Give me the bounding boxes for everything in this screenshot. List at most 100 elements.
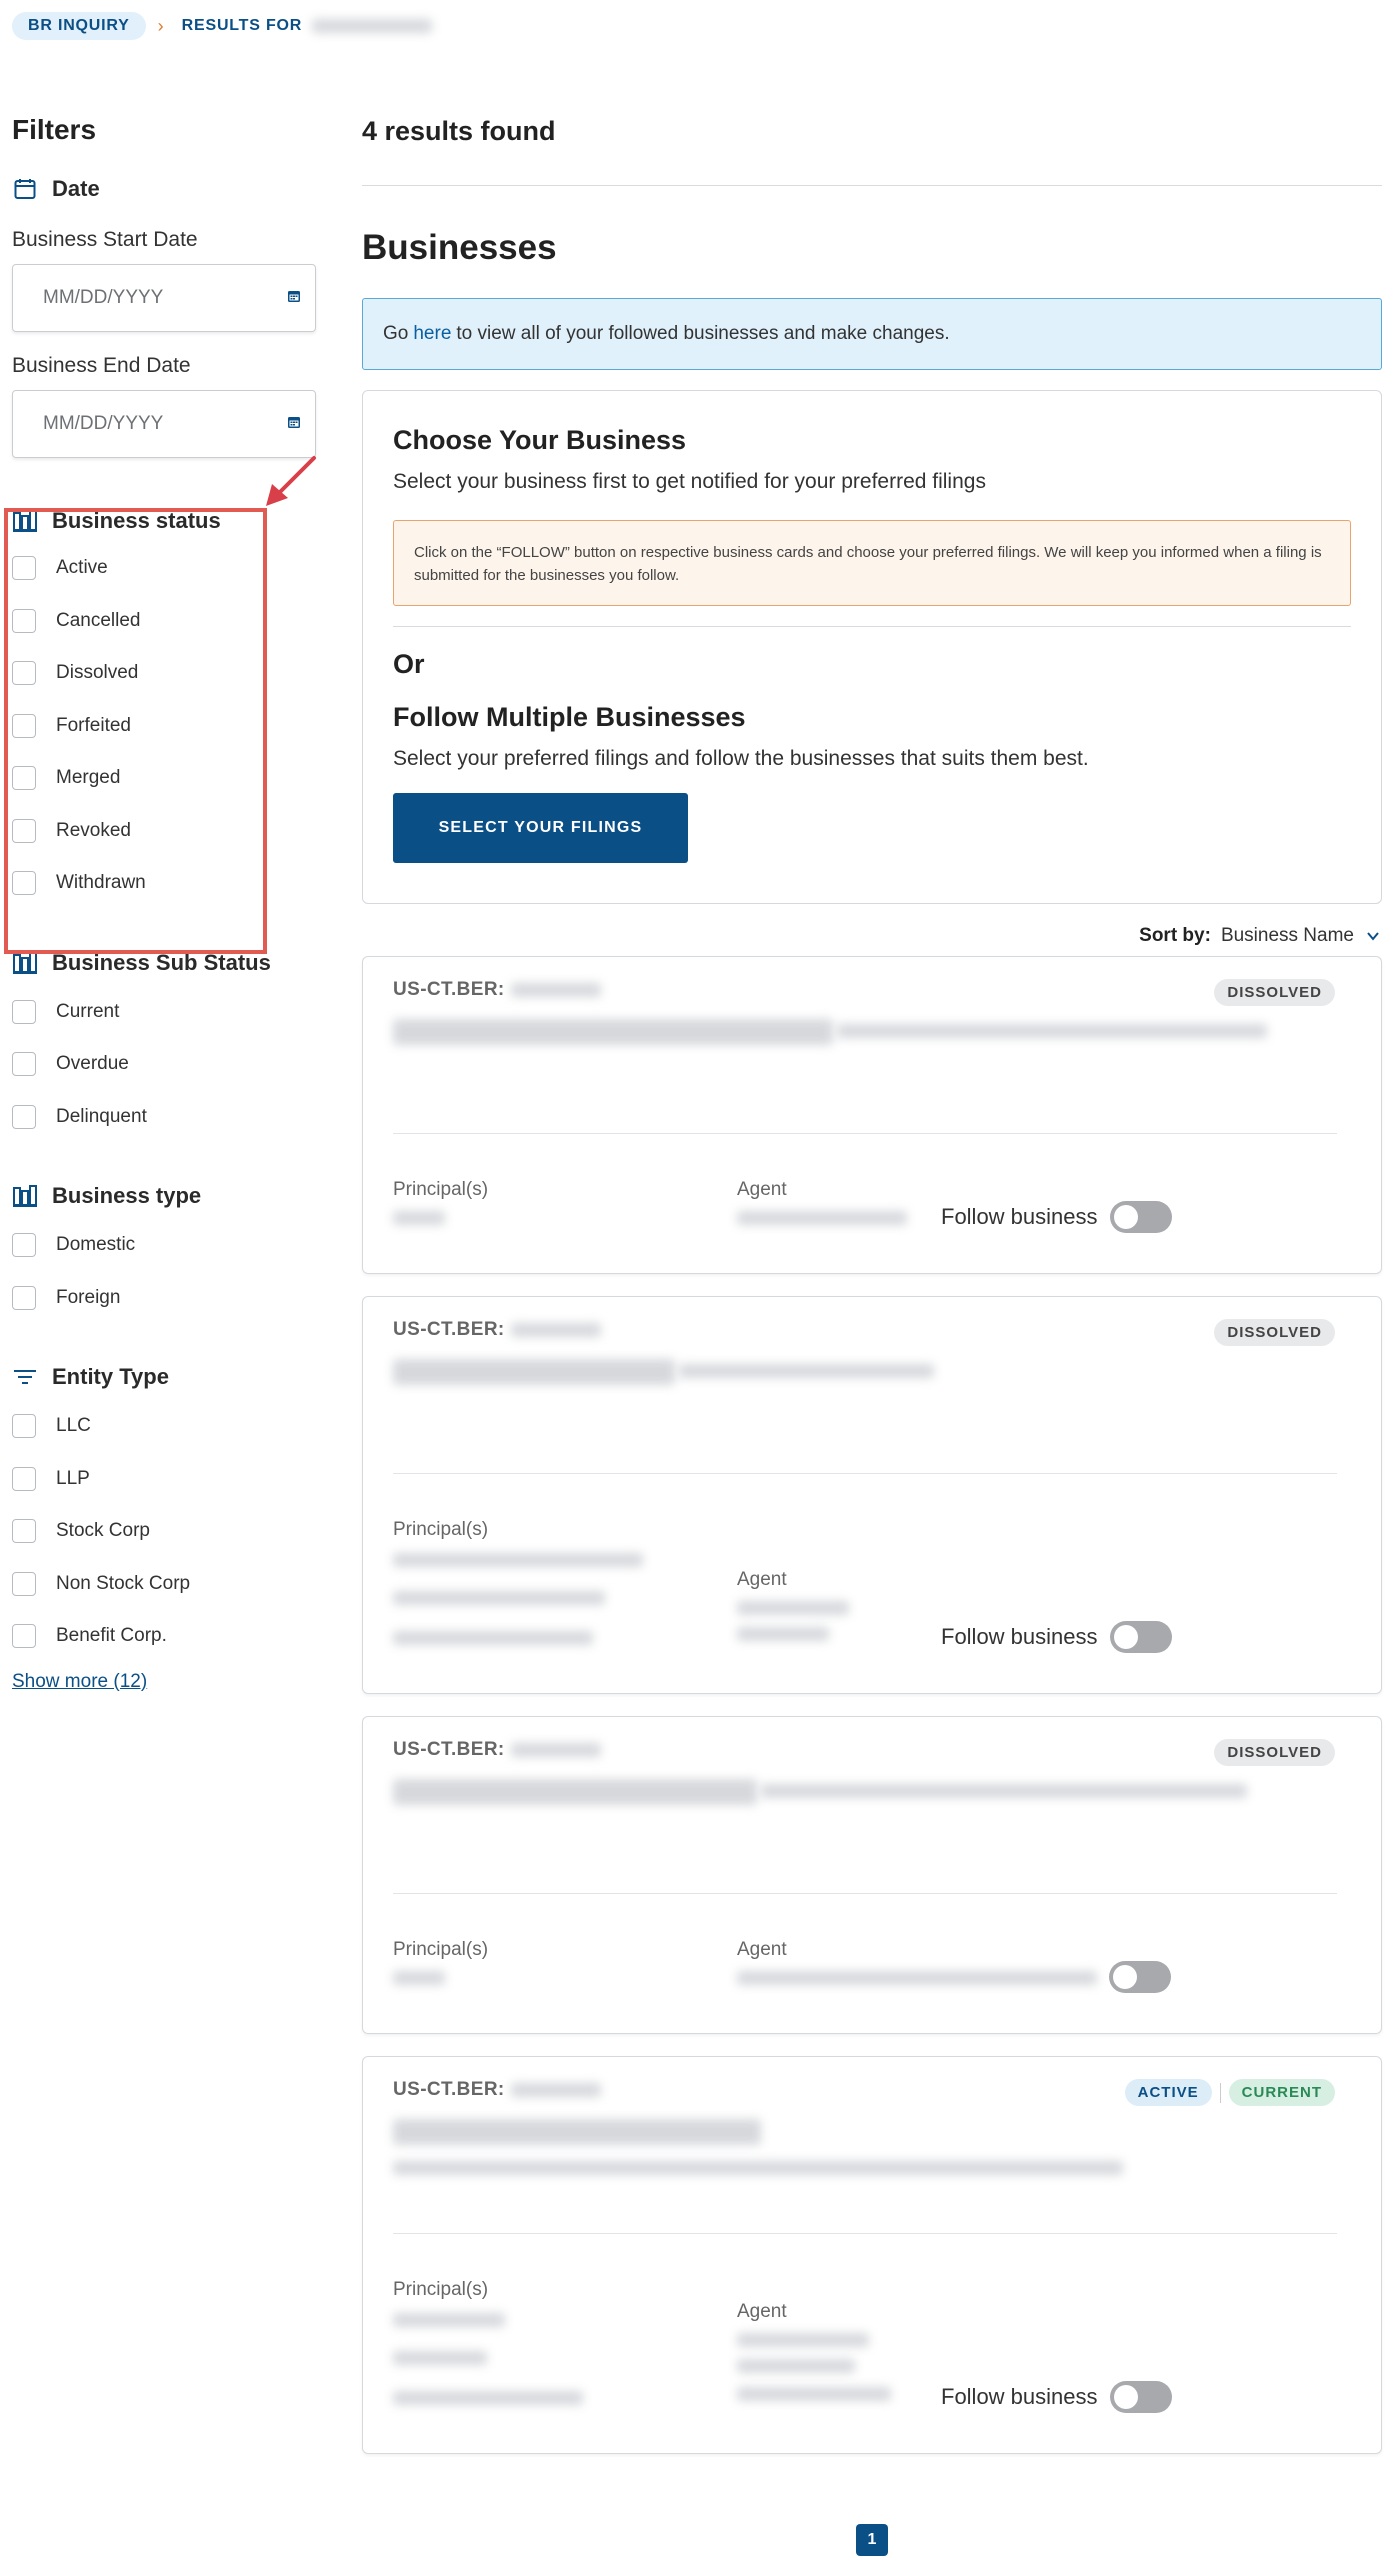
building-icon [12,950,38,976]
followed-businesses-link[interactable]: here [413,323,451,345]
checkbox[interactable] [12,999,36,1024]
checkbox[interactable] [12,608,36,633]
calendar-picker-icon[interactable] [287,415,301,434]
chevron-down-icon[interactable] [1366,929,1380,943]
checkbox[interactable] [12,1104,36,1129]
calendar-picker-icon[interactable] [287,289,301,308]
type-option-domestic[interactable]: Domestic [12,1219,318,1272]
follow-business-control[interactable]: Follow business [941,1621,1172,1653]
blurred-principal [393,1553,643,1567]
checkbox[interactable] [12,713,36,738]
end-date-field[interactable] [12,390,316,458]
business-id: US-CT.BER: [393,1319,1351,1341]
status-option-revoked[interactable]: Revoked [12,805,318,858]
option-label: Forfeited [56,714,131,736]
follow-toggle[interactable] [1109,2381,1172,2413]
status-option-forfeited[interactable]: Forfeited [12,700,318,753]
follow-label: Follow business [941,1624,1098,1649]
status-badges: ACTIVE CURRENT [1124,2079,1335,2106]
checkbox[interactable] [12,661,36,686]
business-status-heading: Business status [12,508,318,534]
status-badges: DISSOLVED [1214,979,1335,1006]
divider [393,2233,1337,2234]
follow-toggle[interactable] [1109,1201,1172,1233]
status-option-merged[interactable]: Merged [12,752,318,805]
principals-label: Principal(s) [393,1519,489,1540]
type-option-foreign[interactable]: Foreign [12,1272,318,1325]
checkbox[interactable] [12,1519,36,1544]
start-date-input[interactable] [43,287,243,309]
sub-status-option-overdue[interactable]: Overdue [12,1038,318,1091]
checkbox[interactable] [12,1052,36,1077]
entity-option-stock-corp[interactable]: Stock Corp [12,1505,318,1558]
checkbox[interactable] [12,556,36,581]
option-label: Delinquent [56,1105,147,1127]
follow-toggle[interactable] [1109,1621,1172,1653]
pagination-page-1[interactable]: 1 [856,2524,888,2556]
breadcrumb-home-link[interactable]: BR INQUIRY [12,12,146,40]
start-date-field[interactable] [12,264,316,332]
checkbox[interactable] [12,1233,36,1258]
filters-sidebar: Filters Date Business Start Date Busines… [4,108,318,1693]
option-label: LLP [56,1467,90,1489]
building-icon [12,508,38,534]
checkbox[interactable] [12,1571,36,1596]
entity-option-llp[interactable]: LLP [12,1453,318,1506]
business-id-prefix: US-CT.BER: [393,979,505,1000]
entity-option-benefit-corp[interactable]: Benefit Corp. [12,1610,318,1663]
entity-option-non-stock-corp[interactable]: Non Stock Corp [12,1558,318,1611]
sub-status-option-current[interactable]: Current [12,986,318,1039]
blurred-address [679,1364,935,1378]
principals-label: Principal(s) [393,2279,489,2300]
sort-control[interactable]: Sort by: Business Name [362,924,1382,948]
status-option-active[interactable]: Active [12,542,318,595]
followed-info-bar: Go here to view all of your followed bus… [362,298,1382,370]
end-date-label: Business End Date [12,354,191,377]
business-id-prefix: US-CT.BER: [393,1319,505,1340]
follow-business-control[interactable]: Follow business [941,1201,1172,1233]
status-option-cancelled[interactable]: Cancelled [12,595,318,648]
status-option-withdrawn[interactable]: Withdrawn [12,857,318,910]
business-card[interactable]: US-CT.BER: ACTIVE CURRENT Principal(s) A… [362,2056,1382,2454]
status-badge: DISSOLVED [1214,1319,1335,1346]
divider [362,185,1382,186]
business-card[interactable]: US-CT.BER: DISSOLVED Principal(s) Agent … [362,956,1382,1274]
checkbox[interactable] [12,871,36,896]
business-sub-status-heading: Business Sub Status [12,950,318,976]
entity-option-llc[interactable]: LLC [12,1400,318,1453]
blurred-address [393,2161,1123,2175]
breadcrumb: BR INQUIRY › RESULTS FOR [12,12,433,40]
checkbox[interactable] [12,1414,36,1439]
blurred-principal [393,2313,505,2327]
blurred-business-name [393,1779,757,1805]
status-option-dissolved[interactable]: Dissolved [12,647,318,700]
follow-toggle[interactable] [1109,1961,1171,1993]
follow-business-control[interactable]: Follow business [941,2381,1172,2413]
divider [393,1893,1337,1894]
business-sub-status-label: Business Sub Status [52,949,271,975]
checkbox[interactable] [12,766,36,791]
checkbox[interactable] [12,1285,36,1310]
option-label: Benefit Corp. [56,1625,167,1647]
blurred-business-name [393,2119,761,2145]
business-id: US-CT.BER: [393,979,1351,1001]
business-card[interactable]: US-CT.BER: DISSOLVED Principal(s) Agent … [362,1296,1382,1694]
sub-status-option-delinquent[interactable]: Delinquent [12,1091,318,1144]
checkbox[interactable] [12,818,36,843]
checkbox[interactable] [12,1624,36,1649]
start-date-label: Business Start Date [12,228,198,251]
agent-label: Agent [737,1179,787,1200]
option-label: Non Stock Corp [56,1572,191,1594]
sort-value[interactable]: Business Name [1221,925,1354,947]
business-card[interactable]: US-CT.BER: DISSOLVED Principal(s) Agent [362,1716,1382,2034]
agent-label: Agent [737,1569,787,1590]
breadcrumb-current: RESULTS FOR [181,17,303,34]
show-more-link[interactable]: Show more (12) [12,1671,147,1693]
checkbox[interactable] [12,1466,36,1491]
blurred-address [837,1024,1268,1038]
blurred-id [510,2083,601,2097]
status-badges: DISSOLVED [1214,1739,1335,1766]
follow-business-control[interactable] [1097,1961,1171,1993]
end-date-input[interactable] [43,413,243,435]
select-filings-button[interactable]: SELECT YOUR FILINGS [393,793,688,863]
